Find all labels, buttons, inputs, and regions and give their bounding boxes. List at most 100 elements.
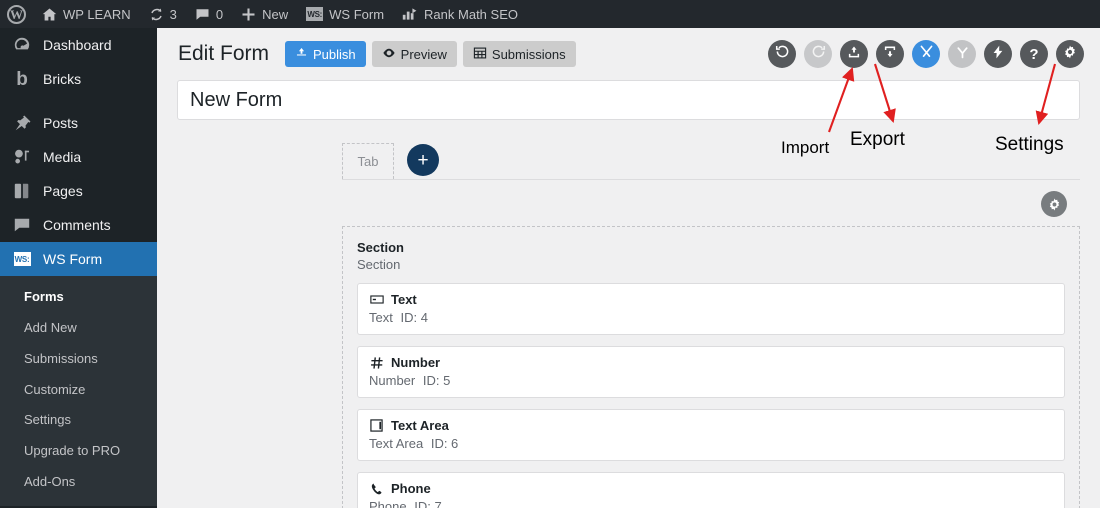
tab-item[interactable]: Tab	[342, 143, 394, 179]
tools-icon	[918, 43, 935, 65]
table-row[interactable]: Text Text ID: 4	[357, 283, 1065, 335]
adminbar-label-updates: 3	[169, 6, 177, 22]
submenu-item-customize[interactable]: Customize	[0, 375, 157, 406]
submenu-item-add-ons[interactable]: Add-Ons	[0, 467, 157, 498]
publish-button-label: Publish	[313, 46, 356, 62]
field-meta: Number ID: 5	[369, 373, 1053, 388]
annotation-export: Export	[850, 129, 905, 150]
sidebar-label-pages: Pages	[43, 183, 83, 199]
adminbar-label-rank-math-seo: Rank Math SEO	[424, 6, 518, 22]
field-header: Text Area	[369, 418, 1053, 433]
field-meta: Text Area ID: 6	[369, 436, 1053, 451]
submenu-item-settings[interactable]: Settings	[0, 405, 157, 436]
adminbar-item-new-content[interactable]: New	[232, 0, 297, 28]
field-id: ID: 6	[430, 436, 459, 451]
comment-bubble-icon	[12, 215, 32, 235]
text-field-icon	[369, 292, 384, 307]
field-label: Phone	[391, 481, 431, 496]
redo-icon	[810, 43, 827, 65]
export-button[interactable]	[876, 40, 904, 68]
phone-icon	[369, 481, 384, 496]
admin-sidebar: Dashboard b Bricks Posts Media Pages Com…	[0, 28, 157, 508]
table-row[interactable]: Number Number ID: 5	[357, 346, 1065, 398]
tab-bar: Tab +	[342, 142, 1080, 180]
gear-icon	[1062, 44, 1078, 65]
field-label: Number	[391, 355, 441, 370]
page-title: Edit Form	[178, 42, 270, 65]
submenu-item-forms[interactable]: Forms	[0, 282, 157, 313]
field-header: Number	[369, 355, 1053, 370]
submenu-item-upgrade-to-pro[interactable]: Upgrade to PRO	[0, 436, 157, 467]
help-button[interactable]: ?	[1020, 40, 1048, 68]
adminbar-item-site-name[interactable]: WP LEARN	[33, 0, 140, 28]
table-grid-icon	[473, 46, 487, 63]
publish-button[interactable]: Publish	[285, 41, 366, 67]
actions-button[interactable]	[984, 40, 1012, 68]
form-name-wrapper: New Form	[157, 80, 1100, 120]
field-meta: Text ID: 4	[369, 310, 1053, 325]
sidebar-item-posts[interactable]: Posts	[0, 106, 157, 140]
sidebar-label-bricks: Bricks	[43, 71, 82, 87]
form-canvas: Tab + Section Section Text Text ID: 4 Nu…	[157, 120, 1100, 508]
settings-button[interactable]	[1056, 40, 1084, 68]
wp-admin-bar: W WP LEARN 3 0 New WS: WS Form Rank Math…	[0, 0, 1100, 28]
group-toolbar	[177, 180, 1080, 217]
dashboard-icon	[12, 35, 32, 55]
sidebar-item-pages[interactable]: Pages	[0, 174, 157, 208]
sidebar-item-comments[interactable]: Comments	[0, 208, 157, 242]
adminbar-item-updates[interactable]: 3	[140, 0, 186, 28]
group-settings-gear-icon[interactable]	[1041, 191, 1067, 217]
field-header: Text	[369, 292, 1053, 307]
sidebar-item-bricks[interactable]: b Bricks	[0, 62, 157, 96]
adminbar-item-wp-logo[interactable]: W	[0, 0, 33, 28]
ws-form-badge-icon: WS:	[306, 7, 324, 21]
sidebar-label-comments: Comments	[43, 217, 111, 233]
field-type: Number	[369, 373, 416, 388]
import-button[interactable]	[840, 40, 868, 68]
add-tab-button[interactable]: +	[407, 144, 439, 176]
field-type: Text Area	[369, 436, 424, 451]
form-section[interactable]: Section Section Text Text ID: 4 Number N…	[342, 226, 1080, 508]
field-meta: Phone ID: 7	[369, 499, 1053, 508]
adminbar-label-new-content: New	[262, 6, 289, 22]
undo-button[interactable]	[768, 40, 796, 68]
bricks-icon: b	[16, 68, 28, 90]
redo-button	[804, 40, 832, 68]
tools-button[interactable]	[912, 40, 940, 68]
table-row[interactable]: Phone Phone ID: 7	[357, 472, 1065, 508]
field-type: Phone	[369, 499, 407, 508]
sidebar-item-dashboard[interactable]: Dashboard	[0, 28, 157, 62]
adminbar-item-rank-math-seo[interactable]: Rank Math SEO	[393, 0, 527, 28]
wordpress-logo-icon: W	[7, 4, 26, 24]
comment-bubble-icon	[195, 7, 210, 22]
media-icon	[12, 147, 32, 167]
form-name-input[interactable]: New Form	[177, 80, 1080, 120]
table-row[interactable]: Text Area Text Area ID: 6	[357, 409, 1065, 461]
preview-button-label: Preview	[400, 46, 447, 62]
submenu-item-add-new[interactable]: Add New	[0, 313, 157, 344]
submissions-button[interactable]: Submissions	[462, 41, 576, 67]
field-id: ID: 5	[422, 373, 451, 388]
fork-icon	[954, 43, 971, 65]
conditional-logic-button[interactable]	[948, 40, 976, 68]
preview-button[interactable]: Preview	[371, 41, 457, 67]
pin-icon	[12, 113, 32, 133]
form-editor-header: Edit Form Publish Preview Submissions ?	[157, 28, 1100, 80]
lightning-icon	[990, 44, 1006, 65]
import-icon	[846, 44, 862, 65]
field-label: Text Area	[391, 418, 449, 433]
editor-toolbar: ?	[768, 28, 1084, 80]
sidebar-item-ws-form[interactable]: WS: WS Form	[0, 242, 157, 276]
bar-chart-icon	[402, 7, 418, 21]
sidebar-item-media[interactable]: Media	[0, 140, 157, 174]
pages-icon	[12, 181, 32, 201]
annotation-settings: Settings	[995, 134, 1064, 155]
textarea-icon	[369, 418, 384, 433]
export-icon	[882, 44, 898, 65]
submenu-item-submissions[interactable]: Submissions	[0, 344, 157, 375]
submissions-button-label: Submissions	[491, 46, 566, 62]
field-type: Text	[369, 310, 393, 325]
adminbar-item-comments[interactable]: 0	[186, 0, 232, 28]
adminbar-item-ws-form[interactable]: WS: WS Form	[297, 0, 393, 28]
section-title: Section	[357, 240, 404, 255]
